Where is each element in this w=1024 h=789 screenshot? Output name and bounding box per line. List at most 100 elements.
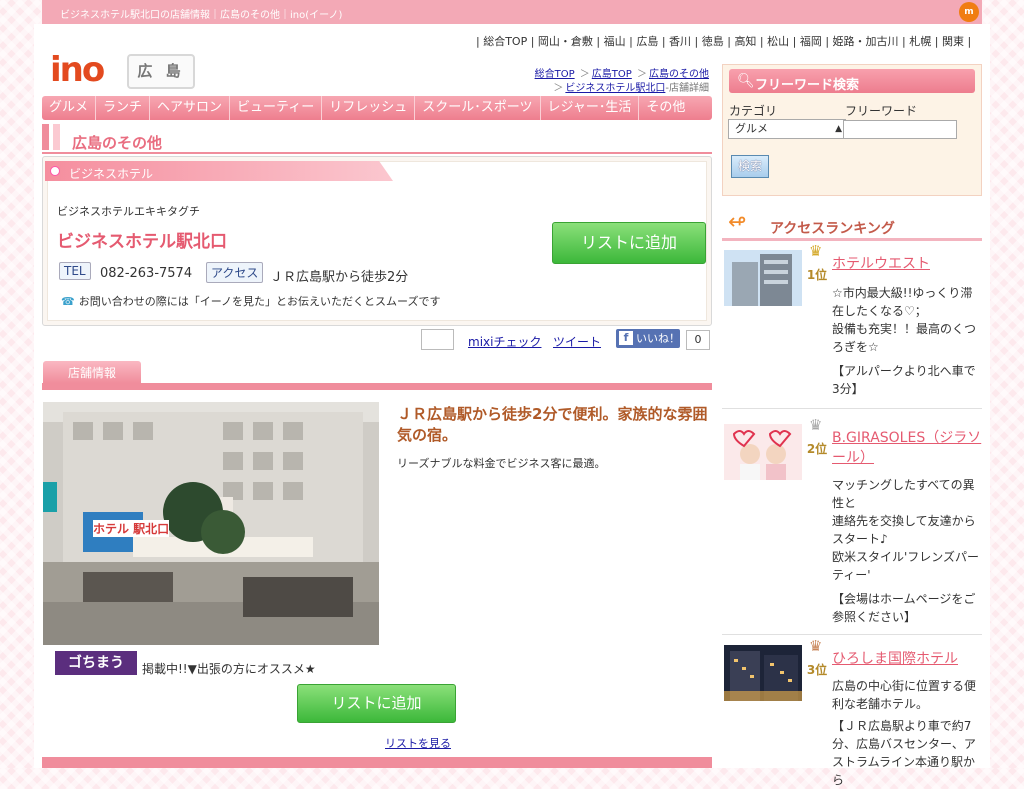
rank-note: 【会場はホームページをご参照ください】 xyxy=(832,592,976,624)
region-link[interactable]: 松山 xyxy=(767,35,789,48)
region-link[interactable]: 福山 xyxy=(604,35,626,48)
ranking-title: アクセスランキング xyxy=(770,221,895,237)
bronze-crown-icon: ♛ xyxy=(809,637,823,655)
region-link[interactable]: 札幌 xyxy=(909,35,931,48)
rank-title-link[interactable]: ひろしま国際ホテル xyxy=(832,649,982,669)
ranking-item: ♛ 1位 ホテルウエスト ☆市内最大級!!ゆっくり滞在したくなる♡； 設備も充実… xyxy=(722,242,982,400)
add-to-list-button-2[interactable]: リストに追加 xyxy=(297,684,456,723)
region-nav: | 総合TOP | 岡山・倉敷 | 福山 | 広島 | 香川 | 徳島 | 高知… xyxy=(476,35,972,48)
share-blank-box[interactable] xyxy=(421,329,454,350)
rank-desc-line: 欧米スタイル'フレンズパーティー' xyxy=(832,550,980,582)
free-word-input[interactable] xyxy=(843,120,957,139)
like-count: 0 xyxy=(686,330,710,350)
inquiry-note: ☎ お問い合わせの際には「イーノを見た」とお伝えいただくとスムーズです xyxy=(61,293,441,309)
nav-item-lunch[interactable]: ランチ xyxy=(96,96,151,120)
ranking-header: ↫ アクセスランキング xyxy=(722,206,982,241)
nav-item-refresh[interactable]: リフレッシュ xyxy=(322,96,416,120)
section-title: 広島のその他 xyxy=(42,124,712,154)
title-accent-light xyxy=(53,124,60,150)
rank-desc-line: 連絡先を交換して友達からスタート♪ xyxy=(832,514,976,546)
crumb-suffix: -店舗詳細 xyxy=(665,83,709,94)
shop-name: ビジネスホテル駅北口 xyxy=(57,232,227,252)
category-label: カテゴリ xyxy=(729,104,778,118)
tab-shop-info[interactable]: 店舗情報 xyxy=(43,361,141,383)
region-link[interactable]: 高知 xyxy=(734,35,756,48)
region-link[interactable]: 香川 xyxy=(669,35,691,48)
rank-number: 1位 xyxy=(806,268,828,282)
inquiry-text: お問い合わせの際には「イーノを見た」とお伝えいただくとスムーズです xyxy=(78,295,441,308)
rank-divider xyxy=(722,634,982,635)
facebook-icon: f xyxy=(619,331,633,345)
breadcrumb: 総合TOP ＞広島TOP ＞広島のその他 ＞ビジネスホテル駅北口-店舗詳細 xyxy=(534,69,709,94)
crumb-shop-link[interactable]: ビジネスホテル駅北口 xyxy=(565,83,665,94)
rank-desc: ☆市内最大級!!ゆっくり滞在したくなる♡； 設備も充実！！最高のくつろぎを☆ 【… xyxy=(832,284,982,398)
tweet-link[interactable]: ツイート xyxy=(553,333,601,350)
access-text: ＪＲ広島駅から徒歩2分 xyxy=(270,270,409,285)
ranking-image[interactable] xyxy=(724,424,802,480)
facebook-like-button[interactable]: f いいね！ xyxy=(616,329,680,348)
search-icon: 🔍︎ xyxy=(737,73,755,89)
region-link[interactable]: 関東 xyxy=(942,35,964,48)
bottom-section-bar xyxy=(42,757,712,768)
crumb-city-link[interactable]: 広島TOP xyxy=(592,69,632,80)
rank-number: 2位 xyxy=(806,442,828,456)
phone-icon: ☎ xyxy=(61,295,75,308)
shop-description: リーズナブルな料金でビジネス客に最適。 xyxy=(397,457,606,470)
rank-desc-line: ☆市内最大級!!ゆっくり滞在したくなる♡； xyxy=(832,286,973,318)
top-bar: ビジネスホテル駅北口の店舗情報｜広島のその他｜ino(イーノ) m xyxy=(42,0,982,25)
city-label: 広 島 xyxy=(127,54,195,89)
page-title: 広島のその他 xyxy=(72,134,163,152)
region-link[interactable]: 姫路・加古川 xyxy=(833,35,899,48)
access-badge: アクセス xyxy=(206,262,264,283)
rank-number: 3位 xyxy=(806,663,828,677)
search-button[interactable]: 検索 xyxy=(731,155,769,178)
top-breadcrumb: ビジネスホテル駅北口の店舗情報｜広島のその他｜ino(イーノ) xyxy=(60,10,343,21)
crumb-top-link[interactable]: 総合TOP xyxy=(535,69,575,80)
tel-number: 082-263-7574 xyxy=(100,266,193,281)
mixi-check-link[interactable]: mixiチェック xyxy=(468,333,541,350)
nav-item-hair-salon[interactable]: ヘアサロン xyxy=(150,96,231,120)
gochimaru-text: 掲載中!!▼出張の方にオススメ★ xyxy=(142,662,316,676)
search-header: 🔍︎ フリーワード検索 xyxy=(729,69,975,93)
view-list-link[interactable]: リストを見る xyxy=(385,735,451,751)
ranking-item: ♛ 3位 ひろしま国際ホテル 広島の中心街に位置する便利な老舗ホテル。 【ＪＲ広… xyxy=(722,637,982,787)
photo-sign: ホテル 駅北口 xyxy=(93,520,170,537)
nav-item-beauty[interactable]: ビューティー xyxy=(230,96,323,120)
region-link[interactable]: 徳島 xyxy=(702,35,724,48)
rank-desc-line: 【ＪＲ広島駅より車で約7分、広島バスセンター、アストラムライン本通り駅から xyxy=(832,719,976,787)
site-logo[interactable]: ino xyxy=(50,50,105,90)
nav-item-gourmet[interactable]: グルメ xyxy=(42,96,97,120)
mobile-badge-icon[interactable]: m xyxy=(959,2,979,22)
like-label: いいね！ xyxy=(636,332,680,345)
nav-item-leisure[interactable]: レジャー･生活 xyxy=(541,96,640,120)
ribbon-dot-icon xyxy=(50,166,60,176)
ranking-image[interactable] xyxy=(724,250,802,306)
tel-badge: TEL xyxy=(59,262,91,280)
shop-photo: ホテル 駅北口 xyxy=(43,402,379,645)
region-link[interactable]: 岡山・倉敷 xyxy=(538,35,593,48)
free-word-label: フリーワード xyxy=(845,104,918,118)
region-link[interactable]: 福岡 xyxy=(800,35,822,48)
rank-note: 【アルパークより北へ車で3分】 xyxy=(832,364,976,396)
select-arrows-icon: ▲ xyxy=(835,124,842,134)
nav-item-school-sports[interactable]: スクール･スポーツ xyxy=(415,96,541,120)
region-link[interactable]: 広島 xyxy=(636,35,658,48)
rank-title-link[interactable]: ホテルウエスト xyxy=(832,254,982,274)
flame-arrow-icon: ↫ xyxy=(728,210,747,235)
nav-item-other[interactable]: その他 xyxy=(639,96,692,120)
ranking-item: ♛ 2位 B.GIRASOLES（ジラソール） マッチングしたすべての異性と 連… xyxy=(722,416,982,624)
gochimaru-logo[interactable]: ゴちまう xyxy=(55,651,137,675)
rank-title-link[interactable]: B.GIRASOLES（ジラソール） xyxy=(832,428,982,468)
crumb-category-link[interactable]: 広島のその他 xyxy=(649,69,709,80)
search-title: フリーワード検索 xyxy=(755,78,860,93)
gold-crown-icon: ♛ xyxy=(809,242,823,260)
category-select[interactable]: グルメ ▲ xyxy=(728,119,846,139)
add-to-list-button[interactable]: リストに追加 xyxy=(552,222,706,264)
rank-divider xyxy=(722,408,982,409)
ranking-image[interactable] xyxy=(724,645,802,701)
shop-kana: ビジネスホテルエキキタグチ xyxy=(57,205,200,218)
rank-desc-line: マッチングしたすべての異性と xyxy=(832,478,975,510)
rank-desc-line: 広島の中心街に位置する便利な老舗ホテル。 xyxy=(832,679,977,711)
rank-desc: 広島の中心街に位置する便利な老舗ホテル。 【ＪＲ広島駅より車で約7分、広島バスセ… xyxy=(832,677,982,789)
region-link[interactable]: 総合TOP xyxy=(483,35,527,48)
